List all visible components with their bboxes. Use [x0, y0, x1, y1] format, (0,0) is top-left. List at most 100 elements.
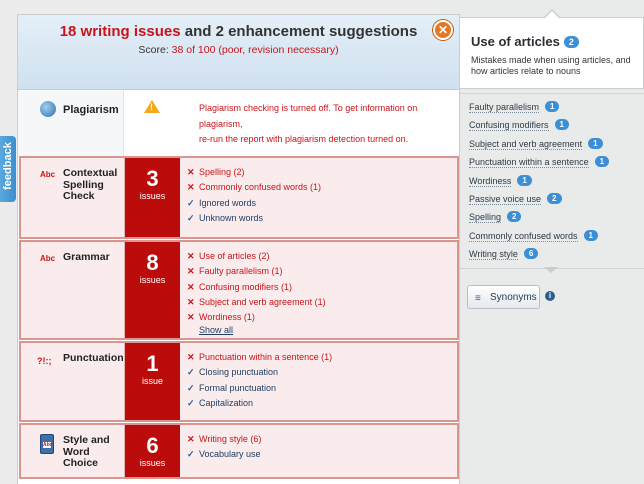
issue-count-label: issue	[141, 376, 163, 386]
issue-item[interactable]: ✕ Commonly confused words (1)	[187, 181, 321, 196]
issue-item[interactable]: ✕ Spelling (2)	[187, 166, 321, 181]
side-item-label[interactable]: Faulty parallelism	[469, 102, 540, 113]
side-item-label[interactable]: Wordiness	[469, 175, 512, 187]
issue-item-label[interactable]: Unknown words	[199, 213, 263, 223]
issue-count: 3	[146, 166, 159, 191]
issue-item[interactable]: ✕ Faulty parallelism (1)	[187, 265, 326, 280]
cross-icon: ✕	[187, 281, 195, 292]
issue-item[interactable]: ✓ Capitalization	[187, 397, 332, 412]
issue-item-label[interactable]: Formal punctuation	[199, 383, 276, 393]
issue-item[interactable]: ✕ Subject and verb agreement (1)	[187, 296, 326, 311]
side-list-item[interactable]: Subject and verb agreement 1	[469, 137, 609, 156]
issue-item-label[interactable]: Punctuation within a sentence (1)	[199, 352, 332, 362]
synonyms-label: Synonyms	[490, 292, 537, 303]
check-icon: ✓	[187, 397, 195, 408]
issue-item[interactable]: ✓ Formal punctuation	[187, 382, 332, 397]
category-name: Contextual Spelling Check	[63, 167, 118, 202]
side-issue-list: Faulty parallelism 1 Confusing modifiers 1 S…	[469, 101, 610, 267]
side-item-count: 1	[583, 229, 598, 241]
side-item-count: 1	[594, 156, 610, 168]
synonyms-button[interactable]: ≡ Synonyms	[467, 285, 540, 309]
side-list-item[interactable]: Writing style 6	[469, 248, 609, 266]
check-icon: ✓	[187, 212, 195, 223]
issue-item[interactable]: ✓ Unknown words	[187, 212, 321, 227]
issue-item-label[interactable]: Confusing modifiers (1)	[199, 282, 292, 292]
side-list-item[interactable]: Confusing modifiers 1	[469, 119, 609, 137]
issue-item-label[interactable]: Closing punctuation	[199, 367, 278, 377]
book-icon: Abc	[40, 434, 54, 454]
issue-item-label[interactable]: Ignored words	[199, 198, 256, 208]
category-name: Grammar	[63, 251, 110, 263]
side-item-label[interactable]: Writing style	[469, 249, 518, 261]
side-list-item[interactable]: Faulty parallelism 1	[469, 101, 609, 119]
issue-item-label[interactable]: Subject and verb agreement (1)	[199, 297, 326, 307]
tooltip-card: Use of articles 2 Mistakes made when usin…	[459, 17, 644, 89]
side-item-count: 1	[588, 137, 603, 149]
issue-item-label[interactable]: Use of articles (2)	[199, 251, 270, 261]
list-icon: ≡	[475, 293, 481, 304]
category-label-cell: Abc Contextual Spelling Check	[21, 158, 125, 237]
report-score: Score: 38 of 100 (poor, revision necessa…	[138, 44, 339, 56]
side-item-label[interactable]: Passive voice use	[469, 193, 542, 205]
issue-item[interactable]: ✓ Vocabulary use	[187, 448, 261, 463]
tooltip-description: Mistakes made when using articles, and h…	[471, 55, 631, 76]
issue-count-cell: 1 issue	[125, 343, 180, 420]
issue-item[interactable]: ✓ Ignored words	[187, 197, 321, 212]
plagiarism-label-cell: Plagiarism	[18, 91, 124, 157]
close-button[interactable]: ✕	[433, 20, 453, 40]
side-item-label[interactable]: Punctuation within a sentence	[469, 157, 589, 169]
issue-item[interactable]: ✕ Punctuation within a sentence (1)	[187, 351, 332, 366]
issue-count: 6	[146, 433, 159, 458]
category-name: Style and Word Choice	[63, 434, 110, 469]
issue-count-label: issues	[139, 191, 166, 201]
issue-count: 8	[146, 250, 159, 275]
issue-item-label[interactable]: Commonly confused words (1)	[199, 182, 321, 192]
category-name: Punctuation	[63, 352, 124, 364]
show-all-link[interactable]: Show all	[199, 325, 233, 335]
side-item-label[interactable]: Subject and verb agreement	[469, 138, 583, 150]
issue-count-cell: 8 issues	[125, 242, 180, 338]
cross-icon: ✕	[187, 296, 195, 307]
issue-item[interactable]: ✕ Use of articles (2)	[187, 250, 326, 265]
issue-item[interactable]: ✕ Writing style (6)	[187, 433, 261, 448]
cross-icon: ✕	[187, 312, 195, 323]
cross-icon: ✕	[187, 352, 195, 362]
side-list-item[interactable]: Wordiness 1	[469, 174, 609, 193]
issue-item-label[interactable]: Spelling (2)	[199, 167, 245, 177]
issue-items: ✕ Punctuation within a sentence (1) ✓ Closi…	[187, 351, 332, 412]
side-item-label[interactable]: Confusing modifiers	[469, 120, 549, 132]
issue-items: ✕ Use of articles (2) ✕ Faulty parallelism …	[187, 250, 326, 326]
feedback-tab[interactable]: feedback	[0, 136, 16, 202]
category-row: Abc Grammar 8 issues ✕ Use of articles (2) ✕ Fa…	[19, 240, 459, 340]
issue-items: ✕ Writing style (6) ✓ Vocabulary use	[187, 433, 261, 464]
check-icon: ✓	[187, 197, 195, 208]
side-item-count: 1	[545, 101, 560, 112]
side-list-item[interactable]: Passive voice use 2	[469, 192, 609, 211]
issue-item-label[interactable]: Vocabulary use	[199, 449, 261, 459]
issue-item-label[interactable]: Capitalization	[199, 398, 253, 408]
cross-icon: ✕	[187, 167, 195, 177]
side-list-item[interactable]: Spelling 2	[469, 211, 609, 229]
side-item-label[interactable]: Spelling	[469, 212, 502, 224]
issue-items: ✕ Spelling (2) ✕ Commonly confused words (1…	[187, 166, 321, 227]
plagiarism-name: Plagiarism	[63, 104, 119, 116]
check-icon: ✓	[187, 382, 195, 393]
category-label-cell: Abc Style and Word Choice	[21, 425, 125, 477]
side-item-count: 6	[523, 248, 539, 260]
issue-item-label[interactable]: Faulty parallelism (1)	[199, 266, 283, 276]
punctuation-icon: ?!:;	[37, 356, 52, 366]
cross-icon: ✕	[187, 182, 195, 193]
report-panel: 18 writing issues and 2 enhancement sugg…	[17, 14, 460, 484]
issue-count-label: issues	[139, 275, 166, 285]
side-list-item[interactable]: Commonly confused words 1	[469, 229, 609, 248]
side-item-label[interactable]: Commonly confused words	[469, 230, 578, 242]
issue-item[interactable]: ✓ Closing punctuation	[187, 366, 332, 381]
issue-item-label[interactable]: Wordiness (1)	[199, 312, 255, 322]
warning-icon: !	[144, 100, 160, 113]
issue-item-label[interactable]: Writing style (6)	[199, 434, 261, 444]
category-row: Abc Contextual Spelling Check 3 issues ✕ Spel…	[19, 156, 459, 239]
info-icon[interactable]: i	[545, 291, 555, 301]
side-list-item[interactable]: Punctuation within a sentence 1	[469, 156, 610, 174]
issue-item[interactable]: ✕ Confusing modifiers (1)	[187, 281, 326, 296]
side-list-caret	[544, 267, 558, 273]
